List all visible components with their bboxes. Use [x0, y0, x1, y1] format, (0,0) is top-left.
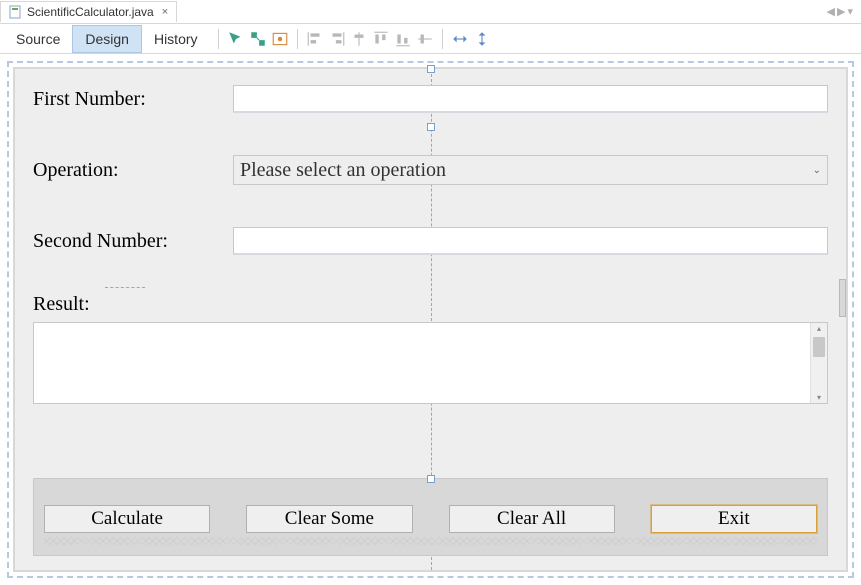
- toolbar-group-1: [227, 30, 289, 48]
- anchor-handle[interactable]: [427, 123, 435, 131]
- first-number-input[interactable]: [233, 85, 828, 113]
- view-tab-source[interactable]: Source: [4, 26, 72, 52]
- second-number-label[interactable]: Second Number:: [33, 230, 233, 253]
- chevron-down-icon: ⌄: [813, 165, 821, 176]
- scroll-down-icon[interactable]: ▾: [811, 393, 827, 402]
- scroll-up-icon[interactable]: ▴: [811, 324, 827, 333]
- clear-some-button[interactable]: Clear Some: [246, 505, 412, 533]
- row-second-number: Second Number:: [33, 227, 828, 255]
- java-file-icon: [9, 5, 23, 19]
- file-tab-title: ScientificCalculator.java: [27, 5, 154, 19]
- toolbar-group-align: [306, 30, 434, 48]
- operation-label[interactable]: Operation:: [33, 159, 233, 182]
- first-number-label[interactable]: First Number:: [33, 88, 233, 111]
- align-left-icon[interactable]: [306, 30, 324, 48]
- nav-prev-icon[interactable]: ◀: [827, 5, 835, 18]
- panel-handle-top[interactable]: [427, 475, 435, 483]
- scrollbar-vertical[interactable]: ▴ ▾: [810, 323, 827, 403]
- second-number-input[interactable]: [233, 227, 828, 255]
- toolbar-separator-2: [297, 29, 298, 49]
- toolbar-separator: [218, 29, 219, 49]
- preview-icon[interactable]: [271, 30, 289, 48]
- clear-all-button[interactable]: Clear All: [449, 505, 615, 533]
- result-label[interactable]: Result:: [33, 293, 233, 316]
- row-operation: Operation: Please select an operation ⌄: [33, 155, 828, 185]
- close-icon[interactable]: ×: [162, 6, 168, 18]
- tab-nav-arrows: ◀ ▶ ▾: [827, 5, 861, 18]
- connection-mode-icon[interactable]: [249, 30, 267, 48]
- resize-handle-top[interactable]: [427, 65, 435, 73]
- row-first-number: First Number:: [33, 85, 828, 113]
- align-right-icon[interactable]: [328, 30, 346, 48]
- view-tab-design[interactable]: Design: [72, 25, 142, 53]
- toolbar-separator-3: [442, 29, 443, 49]
- view-tab-history[interactable]: History: [142, 26, 210, 52]
- align-top-icon[interactable]: [372, 30, 390, 48]
- design-surface: First Number: Operation: Please select a…: [0, 54, 861, 585]
- resize-handle-right[interactable]: [839, 279, 846, 317]
- scroll-thumb[interactable]: [813, 337, 825, 357]
- calculate-button[interactable]: Calculate: [44, 505, 210, 533]
- result-textarea[interactable]: ▴ ▾: [33, 322, 828, 404]
- selection-mode-icon[interactable]: [227, 30, 245, 48]
- design-selection-outline: First Number: Operation: Please select a…: [7, 61, 854, 578]
- align-bottom-icon[interactable]: [394, 30, 412, 48]
- view-bar: Source Design History: [0, 24, 861, 54]
- alignment-guide-h1: [105, 287, 145, 288]
- button-panel[interactable]: Calculate Clear Some Clear All Exit: [33, 478, 828, 556]
- operation-combobox-value: Please select an operation: [240, 159, 446, 182]
- align-center-h-icon[interactable]: [350, 30, 368, 48]
- resize-h-icon[interactable]: [451, 30, 469, 48]
- jframe-design[interactable]: First Number: Operation: Please select a…: [13, 67, 848, 572]
- operation-combobox[interactable]: Please select an operation ⌄: [233, 155, 828, 185]
- file-tab[interactable]: ScientificCalculator.java ×: [0, 1, 177, 22]
- row-result: Result: ▴ ▾: [33, 293, 828, 404]
- align-center-v-icon[interactable]: [416, 30, 434, 48]
- result-textarea-body: [34, 323, 810, 403]
- nav-menu-icon[interactable]: ▾: [847, 5, 853, 18]
- toolbar-group-resize: [451, 30, 491, 48]
- layout-spring-indicator: [44, 537, 817, 545]
- exit-button[interactable]: Exit: [651, 505, 817, 533]
- button-row: Calculate Clear Some Clear All Exit: [44, 505, 817, 533]
- resize-v-icon[interactable]: [473, 30, 491, 48]
- editor-header: ScientificCalculator.java × ◀ ▶ ▾: [0, 0, 861, 24]
- nav-next-icon[interactable]: ▶: [837, 5, 845, 18]
